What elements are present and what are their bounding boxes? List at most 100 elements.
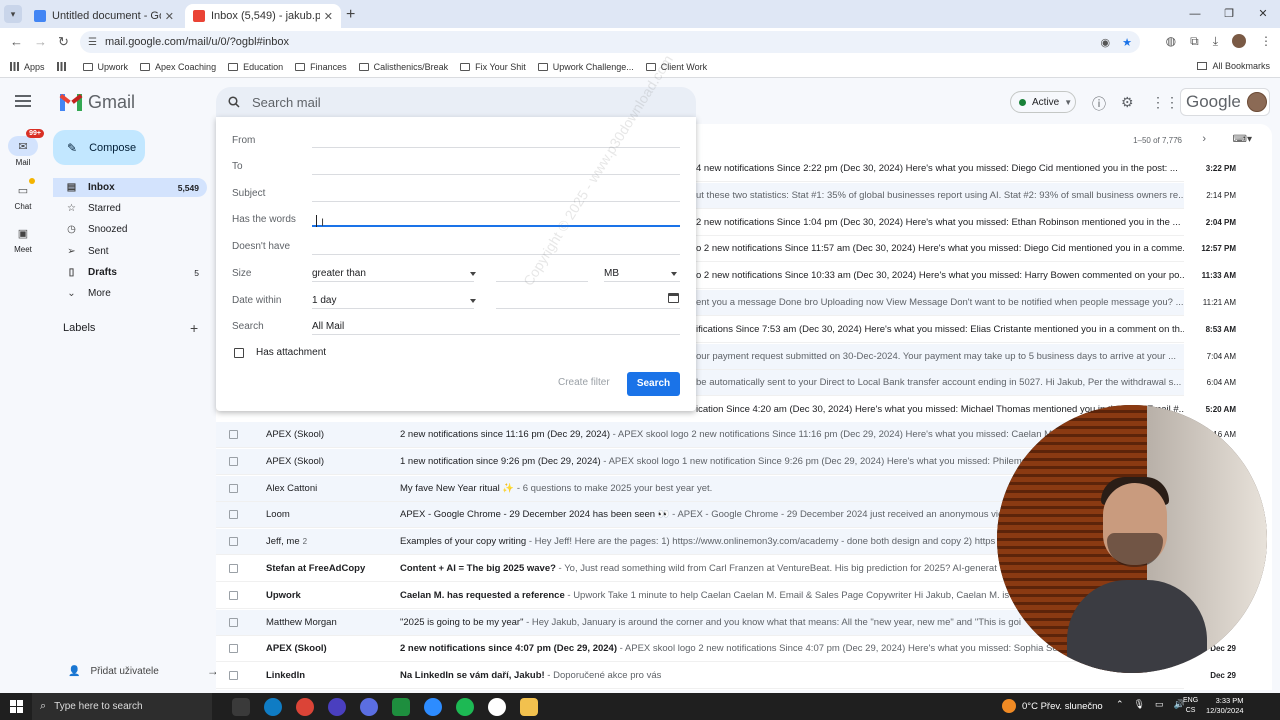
spotify-icon[interactable] [456, 698, 474, 716]
forward-icon[interactable]: → [34, 34, 47, 49]
tab-google-docs[interactable]: Untitled document - Google Do ✕ [26, 4, 182, 28]
search-button[interactable]: Search [627, 372, 680, 396]
close-tab-icon[interactable]: ✕ [165, 10, 174, 23]
user-avatar[interactable] [1246, 92, 1267, 112]
nav-sent[interactable]: ➢ Sent [53, 242, 207, 261]
rail-meet[interactable]: ▣ Meet [4, 223, 42, 255]
close-tab-icon[interactable]: ✕ [324, 10, 333, 23]
bookmark-folder[interactable]: Finances [295, 62, 347, 72]
rail-mail[interactable]: ✉ 99+ Mail [4, 129, 44, 167]
bookmark-folder[interactable]: Calisthenics/Break [358, 62, 448, 72]
has-attachment-checkbox[interactable] [234, 348, 244, 358]
restore-icon[interactable]: ❐ [1212, 0, 1246, 28]
row-checkbox[interactable] [229, 590, 238, 600]
microphone-icon[interactable]: 🎙 [1134, 699, 1145, 710]
input-tools-icon[interactable]: ⌨▾ [1233, 134, 1252, 145]
file-explorer-icon[interactable] [520, 698, 538, 716]
kebab-menu-icon[interactable]: ⋮ [1260, 34, 1272, 49]
row-checkbox[interactable] [229, 671, 238, 681]
edge-icon[interactable] [264, 698, 282, 716]
gmail-logo[interactable]: Gmail [59, 92, 135, 113]
prev-page-icon[interactable]: ‹ [1176, 133, 1180, 145]
chrome-icon[interactable] [296, 698, 314, 716]
zoom-icon[interactable] [424, 698, 442, 716]
settings-gear-icon[interactable]: ⚙ [1121, 94, 1134, 111]
email-date: 11:33 AM [1201, 271, 1236, 281]
reload-icon[interactable]: ↻ [58, 34, 69, 50]
calendar-icon[interactable] [668, 293, 679, 303]
date-field[interactable] [496, 308, 680, 309]
add-user-button[interactable]: 👤 Přidat uživatele → [68, 664, 219, 678]
site-info-icon[interactable]: ☰ [88, 37, 97, 48]
extension-icon[interactable]: ◍ [1166, 34, 1176, 49]
all-bookmarks[interactable]: All Bookmarks [1197, 61, 1270, 71]
google-account-box[interactable]: Google [1180, 88, 1270, 116]
download-icon[interactable]: ⤓ [1213, 34, 1218, 49]
close-window-icon[interactable]: ✕ [1246, 0, 1280, 28]
task-view-icon[interactable] [232, 698, 250, 716]
create-filter-button[interactable]: Create filter [558, 377, 610, 388]
bookmark-folder[interactable]: Education [228, 62, 283, 72]
doesnt-have-field[interactable] [312, 254, 680, 255]
eye-icon[interactable]: ◉ [1101, 36, 1111, 49]
help-icon[interactable]: ⓘ [1092, 94, 1106, 114]
row-checkbox[interactable] [229, 430, 238, 439]
email-snippet: 2 new notifications Since 1:04 pm (Dec 3… [696, 216, 1181, 228]
profile-avatar[interactable] [1232, 34, 1246, 48]
row-checkbox[interactable] [229, 510, 238, 520]
main-menu-icon[interactable] [15, 95, 31, 107]
bookmark-apps[interactable]: Apps [10, 62, 45, 72]
taskbar-search[interactable]: ⌕ Type here to search [32, 693, 212, 720]
row-checkbox[interactable] [229, 617, 238, 627]
tab-gmail-inbox[interactable]: Inbox (5,549) - jakub.papert@g ✕ [185, 4, 341, 28]
bookmark-folder[interactable]: Upwork [82, 62, 128, 72]
to-field[interactable] [312, 174, 680, 175]
taskbar-clock[interactable]: 3:33 PM 12/30/2024 [1206, 696, 1244, 716]
nav-snoozed[interactable]: ◷ Snoozed [53, 220, 207, 239]
rail-chat[interactable]: ▭ Chat [4, 178, 42, 211]
tab-search-icon[interactable]: ▾ [4, 5, 22, 23]
url-bar[interactable]: ☰ mail.google.com/mail/u/0/?ogbl#inbox ◉… [80, 31, 1140, 53]
back-icon[interactable]: ← [10, 34, 23, 49]
size-operator-select[interactable]: greater than [312, 268, 366, 279]
row-checkbox[interactable] [229, 537, 238, 547]
bookmark-folder[interactable]: Upwork Challenge... [537, 62, 634, 72]
nav-drafts[interactable]: ▯ Drafts 5 [53, 263, 207, 282]
nav-more[interactable]: ⌄ More [53, 284, 207, 303]
app-icon[interactable] [360, 698, 378, 716]
add-label-icon[interactable]: + [190, 320, 198, 336]
bookmark-grid[interactable] [56, 62, 71, 71]
has-words-field[interactable] [312, 225, 680, 227]
search-icon[interactable] [228, 96, 240, 108]
row-checkbox[interactable] [229, 456, 238, 466]
slack-icon[interactable] [328, 698, 346, 716]
language-indicator[interactable]: ENG CS [1183, 696, 1198, 716]
size-unit-select[interactable]: MB [604, 268, 619, 279]
nav-inbox[interactable]: ▤ Inbox 5,549 [53, 178, 207, 197]
nav-starred[interactable]: ☆ Starred [53, 199, 207, 218]
weather-widget[interactable]: 0°C Přev. slunečno [1002, 699, 1103, 713]
chevron-up-icon[interactable]: ⌃ [1116, 699, 1124, 710]
grammarly-icon[interactable] [392, 698, 410, 716]
new-tab-icon[interactable]: + [346, 6, 355, 24]
date-within-select[interactable]: 1 day [312, 295, 336, 306]
status-dropdown[interactable]: Active ▼ [1010, 91, 1076, 113]
quicktime-icon[interactable] [488, 698, 506, 716]
next-page-icon[interactable]: › [1202, 133, 1206, 145]
puzzle-icon[interactable]: ⧉ [1190, 34, 1199, 49]
bookmark-folder[interactable]: Apex Coaching [140, 62, 216, 72]
apps-grid-icon[interactable]: ⋮⋮ [1151, 94, 1179, 111]
compose-button[interactable]: ✎ Compose [53, 130, 145, 165]
windows-start-icon[interactable] [10, 700, 23, 713]
row-checkbox[interactable] [229, 644, 238, 654]
subject-field[interactable] [312, 201, 680, 202]
row-checkbox[interactable] [229, 483, 238, 493]
bookmark-star-icon[interactable]: ★ [1122, 36, 1132, 49]
row-checkbox[interactable] [229, 564, 238, 573]
bookmark-folder[interactable]: Fix Your Shit [460, 62, 526, 72]
size-value-field[interactable] [496, 281, 588, 282]
network-icon[interactable]: ▭ [1155, 699, 1164, 710]
minimize-icon[interactable]: — [1178, 0, 1212, 28]
from-field[interactable] [312, 147, 680, 148]
search-in-select[interactable]: All Mail [312, 321, 344, 332]
